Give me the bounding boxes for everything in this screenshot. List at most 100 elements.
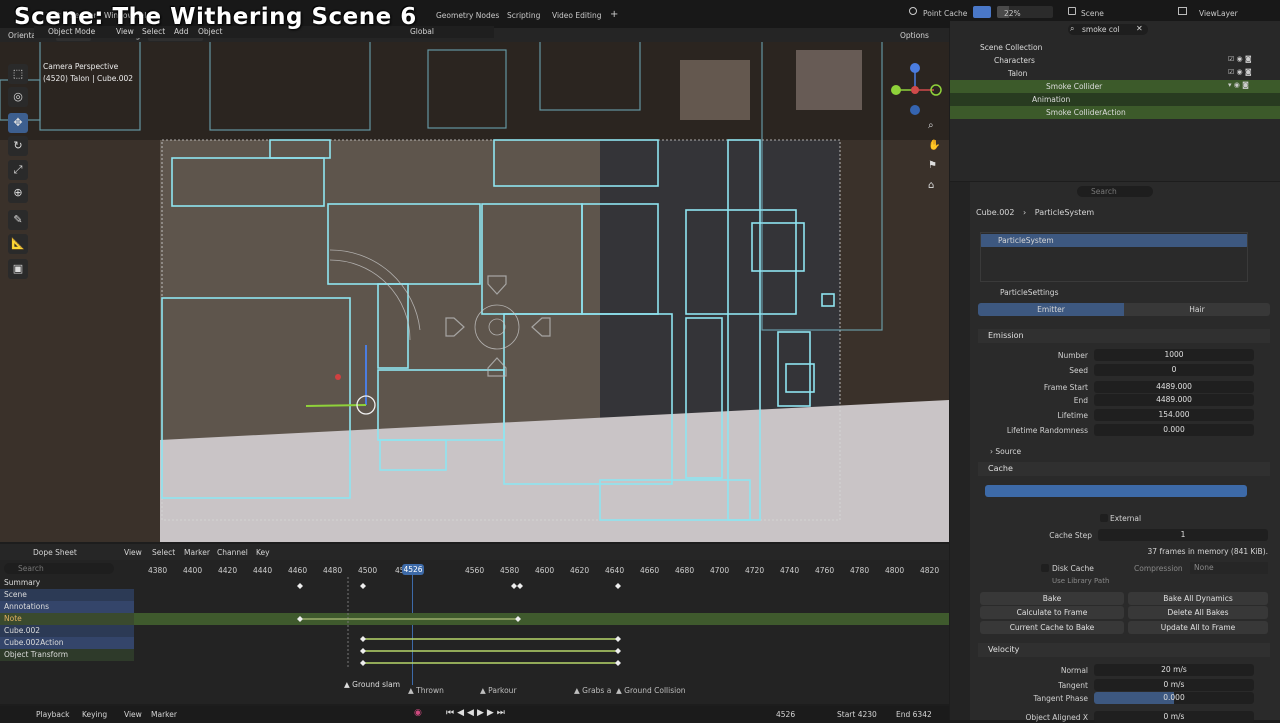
camera-view-icon[interactable]: ⚑ bbox=[928, 160, 937, 171]
options-dropdown[interactable]: Options bbox=[896, 30, 933, 41]
emission-panel-header[interactable]: Emission bbox=[978, 329, 1270, 343]
source-subpanel[interactable]: › Source bbox=[990, 447, 1021, 456]
current-frame-indicator[interactable]: 4526 bbox=[402, 564, 424, 575]
channel-search-placeholder: Search bbox=[18, 564, 44, 573]
editor-mode-dropdown[interactable]: Dope Sheet bbox=[33, 548, 77, 557]
record-icon[interactable]: ◉ bbox=[414, 708, 422, 718]
emitter-tab[interactable]: Emitter bbox=[978, 303, 1124, 316]
end-field[interactable]: 4489.000 bbox=[1094, 394, 1254, 406]
channel-search-field[interactable]: Search bbox=[4, 563, 114, 574]
rotate-tool-icon[interactable]: ↻ bbox=[8, 136, 28, 156]
cache-list-item[interactable] bbox=[985, 485, 1247, 497]
lifetime-randomness-field[interactable]: 0.000 bbox=[1094, 424, 1254, 436]
annotate-tool-icon[interactable]: ✎ bbox=[8, 210, 28, 230]
scene-icon bbox=[1068, 7, 1076, 15]
channel-annotations[interactable]: Annotations bbox=[0, 601, 134, 613]
channel-object-transforms[interactable]: Object Transform bbox=[0, 649, 134, 661]
frame-start-field[interactable]: 4489.000 bbox=[1094, 381, 1254, 393]
visibility-toggle-icons[interactable]: ☑ ◉ ◙ bbox=[1228, 55, 1252, 63]
disk-cache-checkbox[interactable] bbox=[1041, 564, 1049, 572]
tangent-phase-field[interactable]: 0.000 bbox=[1094, 692, 1254, 704]
current-frame-field[interactable]: 4526 bbox=[776, 710, 795, 719]
ds-menu-channel[interactable]: Channel bbox=[217, 548, 248, 557]
outliner-row-scene-collection[interactable]: Scene Collection bbox=[950, 41, 1280, 54]
viewlayer-name[interactable]: ViewLayer bbox=[1199, 9, 1238, 18]
marker-ground-collision[interactable]: ▲ Ground Collision bbox=[616, 686, 686, 695]
compression-dropdown[interactable]: None bbox=[1190, 562, 1268, 574]
start-frame-field[interactable]: Start 4230 bbox=[837, 710, 877, 719]
keyframe-area[interactable] bbox=[134, 577, 949, 667]
particle-settings-name[interactable]: ParticleSettings bbox=[1000, 288, 1058, 297]
cursor-tool-icon[interactable]: ◎ bbox=[8, 87, 28, 107]
ds-menu-select[interactable]: Select bbox=[152, 548, 175, 557]
cache-step-field[interactable]: 1 bbox=[1098, 529, 1268, 541]
breadcrumb-object: Cube.002 bbox=[976, 208, 1015, 217]
number-field[interactable]: 1000 bbox=[1094, 349, 1254, 361]
move-tool-icon[interactable]: ✥ bbox=[8, 113, 28, 133]
scale-tool-icon[interactable]: ⤢ bbox=[8, 160, 28, 180]
zoom-icon[interactable]: ⌕ bbox=[928, 120, 934, 131]
hair-tab[interactable]: Hair bbox=[1124, 303, 1270, 316]
clear-search-icon[interactable]: ✕ bbox=[1136, 24, 1143, 33]
use-library-path-label[interactable]: Use Library Path bbox=[1052, 577, 1109, 585]
external-checkbox[interactable] bbox=[1100, 514, 1108, 522]
tangent-field[interactable]: 0 m/s bbox=[1094, 679, 1254, 691]
bake-button[interactable]: Bake bbox=[980, 592, 1124, 605]
lifetime-field[interactable]: 154.000 bbox=[1094, 409, 1254, 421]
3d-viewport[interactable]: Camera Perspective (4520) Talon | Cube.0… bbox=[0, 40, 949, 542]
seed-field[interactable]: 0 bbox=[1094, 364, 1254, 376]
dope-sheet-header: Dope Sheet View Select Marker Channel Ke… bbox=[0, 544, 949, 560]
measure-tool-icon[interactable]: 📐 bbox=[8, 234, 28, 254]
transform-tool-icon[interactable]: ⊕ bbox=[8, 183, 28, 203]
delete-all-bakes-button[interactable]: Delete All Bakes bbox=[1128, 606, 1268, 619]
marker-label: Grabs a bbox=[582, 686, 612, 695]
channel-summary[interactable]: Summary bbox=[0, 577, 134, 589]
bake-all-dynamics-button[interactable]: Bake All Dynamics bbox=[1128, 592, 1268, 605]
channel-label: Scene bbox=[4, 590, 27, 599]
normal-field[interactable]: 20 m/s bbox=[1094, 664, 1254, 676]
select-tool-icon[interactable]: ⬚ bbox=[8, 64, 28, 84]
properties-tab-strip[interactable] bbox=[950, 182, 970, 720]
frame-tick-label: 4400 bbox=[183, 566, 203, 575]
ds-menu-view[interactable]: View bbox=[124, 548, 142, 557]
marker-menu[interactable]: Marker bbox=[151, 710, 177, 719]
navigation-gizmo[interactable] bbox=[888, 60, 948, 120]
visibility-toggle-icons[interactable]: ▾ ◉ ◙ bbox=[1228, 81, 1249, 89]
channel-cube002-action[interactable]: Cube.002Action bbox=[0, 637, 134, 649]
end-frame-field[interactable]: End 6342 bbox=[896, 710, 932, 719]
tab-video-editing[interactable]: Video Editing bbox=[552, 11, 602, 20]
frame-tick-label: 4740 bbox=[780, 566, 800, 575]
tab-geometry-nodes[interactable]: Geometry Nodes bbox=[436, 11, 499, 20]
object-aligned-field[interactable]: 0 m/s bbox=[1094, 711, 1254, 723]
channel-cube002[interactable]: Cube.002 bbox=[0, 625, 134, 637]
tab-scripting[interactable]: Scripting bbox=[507, 11, 540, 20]
marker-thrown[interactable]: ▲ Thrown bbox=[408, 686, 444, 695]
outliner-row-smoke-collider-action[interactable]: Smoke ColliderAction bbox=[950, 106, 1280, 119]
current-cache-to-bake-button[interactable]: Current Cache to Bake bbox=[980, 621, 1124, 634]
keying-menu[interactable]: Keying bbox=[82, 710, 107, 719]
marker-ground-slam[interactable]: ▲ Ground slam bbox=[344, 680, 400, 689]
cache-color-swatch[interactable] bbox=[973, 6, 991, 18]
lock-camera-icon[interactable]: ⌂ bbox=[928, 180, 934, 191]
outliner-row-animation[interactable]: Animation bbox=[950, 93, 1280, 106]
calculate-to-frame-button[interactable]: Calculate to Frame bbox=[980, 606, 1124, 619]
dope-sheet-editor[interactable]: Dope Sheet View Select Marker Channel Ke… bbox=[0, 544, 949, 704]
view-menu[interactable]: View bbox=[124, 710, 142, 719]
ds-menu-marker[interactable]: Marker bbox=[184, 548, 210, 557]
scene-name[interactable]: Scene bbox=[1081, 9, 1104, 18]
properties-search-field[interactable]: Search bbox=[1077, 186, 1153, 197]
pan-hand-icon[interactable]: ✋ bbox=[928, 140, 940, 151]
cache-panel-header[interactable]: Cache bbox=[978, 462, 1270, 476]
channel-scene[interactable]: Scene bbox=[0, 589, 134, 601]
playback-controls-icons[interactable]: ⏮◀◀▶▶⏭ bbox=[446, 708, 508, 718]
marker-grabs-a[interactable]: ▲ Grabs a bbox=[574, 686, 611, 695]
marker-parkour[interactable]: ▲ Parkour bbox=[480, 686, 517, 695]
ds-menu-key[interactable]: Key bbox=[256, 548, 270, 557]
visibility-toggle-icons[interactable]: ☑ ◉ ◙ bbox=[1228, 68, 1252, 76]
update-all-to-frame-button[interactable]: Update All to Frame bbox=[1128, 621, 1268, 634]
add-cube-tool-icon[interactable]: ▣ bbox=[8, 259, 28, 279]
add-workspace-button[interactable]: + bbox=[610, 9, 618, 20]
channel-note[interactable]: Note bbox=[0, 613, 134, 625]
velocity-panel-header[interactable]: Velocity bbox=[978, 643, 1270, 657]
playback-menu[interactable]: Playback bbox=[36, 710, 69, 719]
